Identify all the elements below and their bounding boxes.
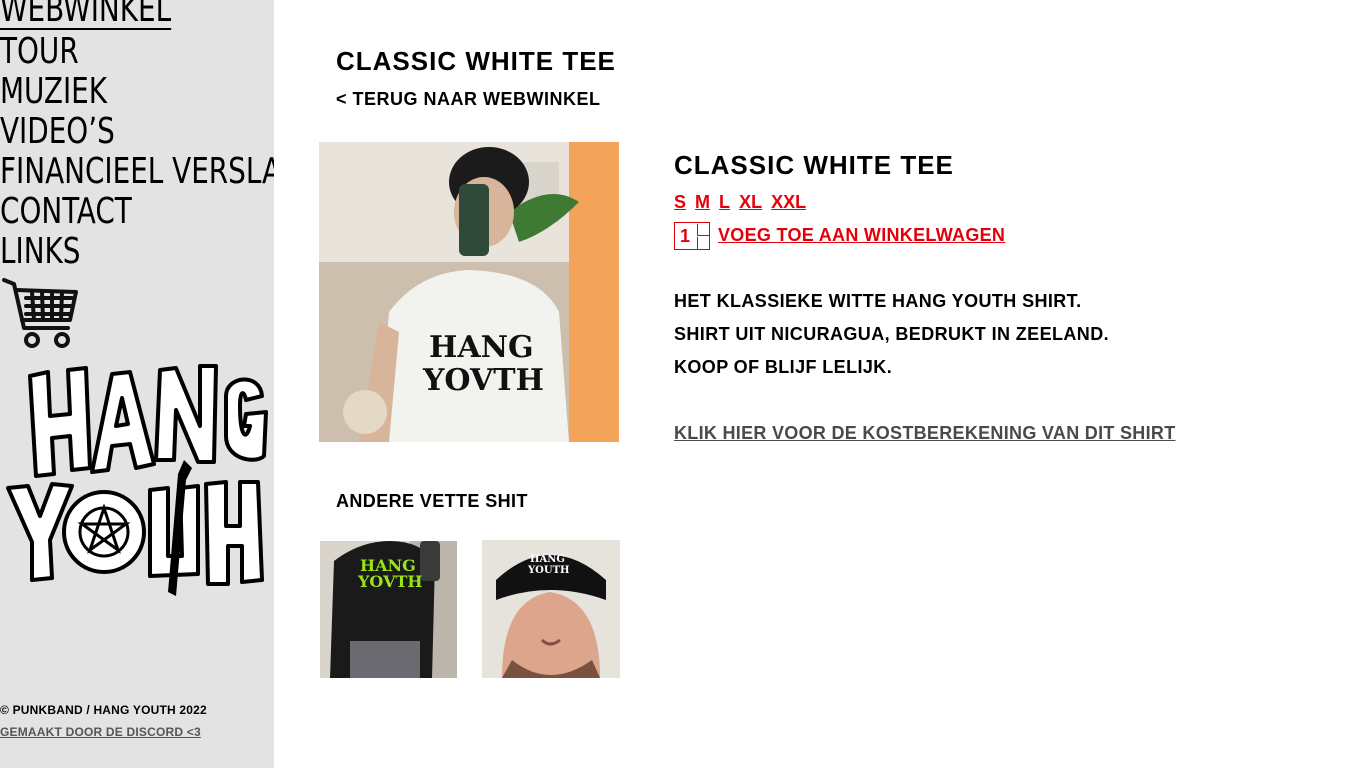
related-products-heading: ANDERE VETTE SHIT [336, 491, 528, 511]
related-product-longsleeve[interactable]: HANG YOVTH [320, 541, 457, 678]
size-option-s[interactable]: S [674, 192, 686, 212]
nav-item-contact[interactable]: CONTACT [0, 192, 132, 232]
size-option-m[interactable]: M [695, 192, 710, 212]
quantity-stepper[interactable]: 1 [674, 222, 710, 250]
page-title: CLASSIC WHITE TEE [336, 46, 616, 76]
nav-item-tour[interactable]: TOUR [0, 32, 79, 72]
nav-item-videos[interactable]: VIDEO’S [0, 112, 115, 152]
footer-copyright: © PUNKBAND / HANG YOUTH 2022 [0, 703, 207, 717]
back-to-shop-link[interactable]: < TERUG NAAR WEBWINKEL [336, 89, 601, 110]
description-line: HET KLASSIEKE WITTE HANG YOUTH SHIRT. [674, 291, 1082, 311]
size-option-l[interactable]: L [719, 192, 730, 212]
description-line: SHIRT UIT NICURAGUA, BEDRUKT IN ZEELAND. [674, 324, 1109, 344]
size-option-xl[interactable]: XL [739, 192, 762, 212]
product-description: HET KLASSIEKE WITTE HANG YOUTH SHIRT. SH… [674, 290, 1109, 389]
quantity-increase-button[interactable] [697, 224, 709, 236]
nav-item-muziek[interactable]: MUZIEK [0, 72, 107, 112]
nav-item-financieel-verslag[interactable]: FINANCIEEL VERSLAG [0, 152, 274, 192]
size-option-xxl[interactable]: XXL [771, 192, 806, 212]
sidebar: WEBWINKEL TOUR MUZIEK VIDEO’S FINANCIEEL… [0, 0, 274, 768]
related-product-cap[interactable]: HANG YOUTH [482, 540, 620, 678]
cost-breakdown-link[interactable]: KLIK HIER VOOR DE KOSTBEREKENING VAN DIT… [674, 423, 1176, 444]
nav-item-webwinkel[interactable]: WEBWINKEL [0, 0, 172, 30]
svg-text:YOVTH: YOVTH [357, 572, 423, 591]
add-to-cart-button[interactable]: VOEG TOE AAN WINKELWAGEN [718, 225, 1005, 246]
main-nav: WEBWINKEL TOUR MUZIEK VIDEO’S FINANCIEEL… [0, 0, 274, 272]
quantity-value[interactable]: 1 [680, 226, 690, 247]
description-line: KOOP OF BLIJF LELIJK. [674, 357, 893, 377]
hang-youth-logo [6, 364, 268, 596]
size-selector: S M L XL XXL [674, 192, 810, 213]
footer-credit-link[interactable]: GEMAAKT DOOR DE DISCORD <3 [0, 725, 201, 739]
svg-text:YOVTH: YOVTH [422, 363, 544, 398]
product-name: CLASSIC WHITE TEE [674, 150, 954, 180]
shopping-cart-icon[interactable] [2, 276, 78, 352]
quantity-decrease-button[interactable] [697, 237, 709, 249]
nav-item-links[interactable]: LINKS [0, 232, 81, 272]
product-photo: HANG YOVTH [319, 142, 619, 442]
svg-text:HANG: HANG [530, 554, 565, 565]
svg-text:YOUTH: YOUTH [527, 565, 569, 576]
svg-text:HANG: HANG [429, 330, 534, 365]
